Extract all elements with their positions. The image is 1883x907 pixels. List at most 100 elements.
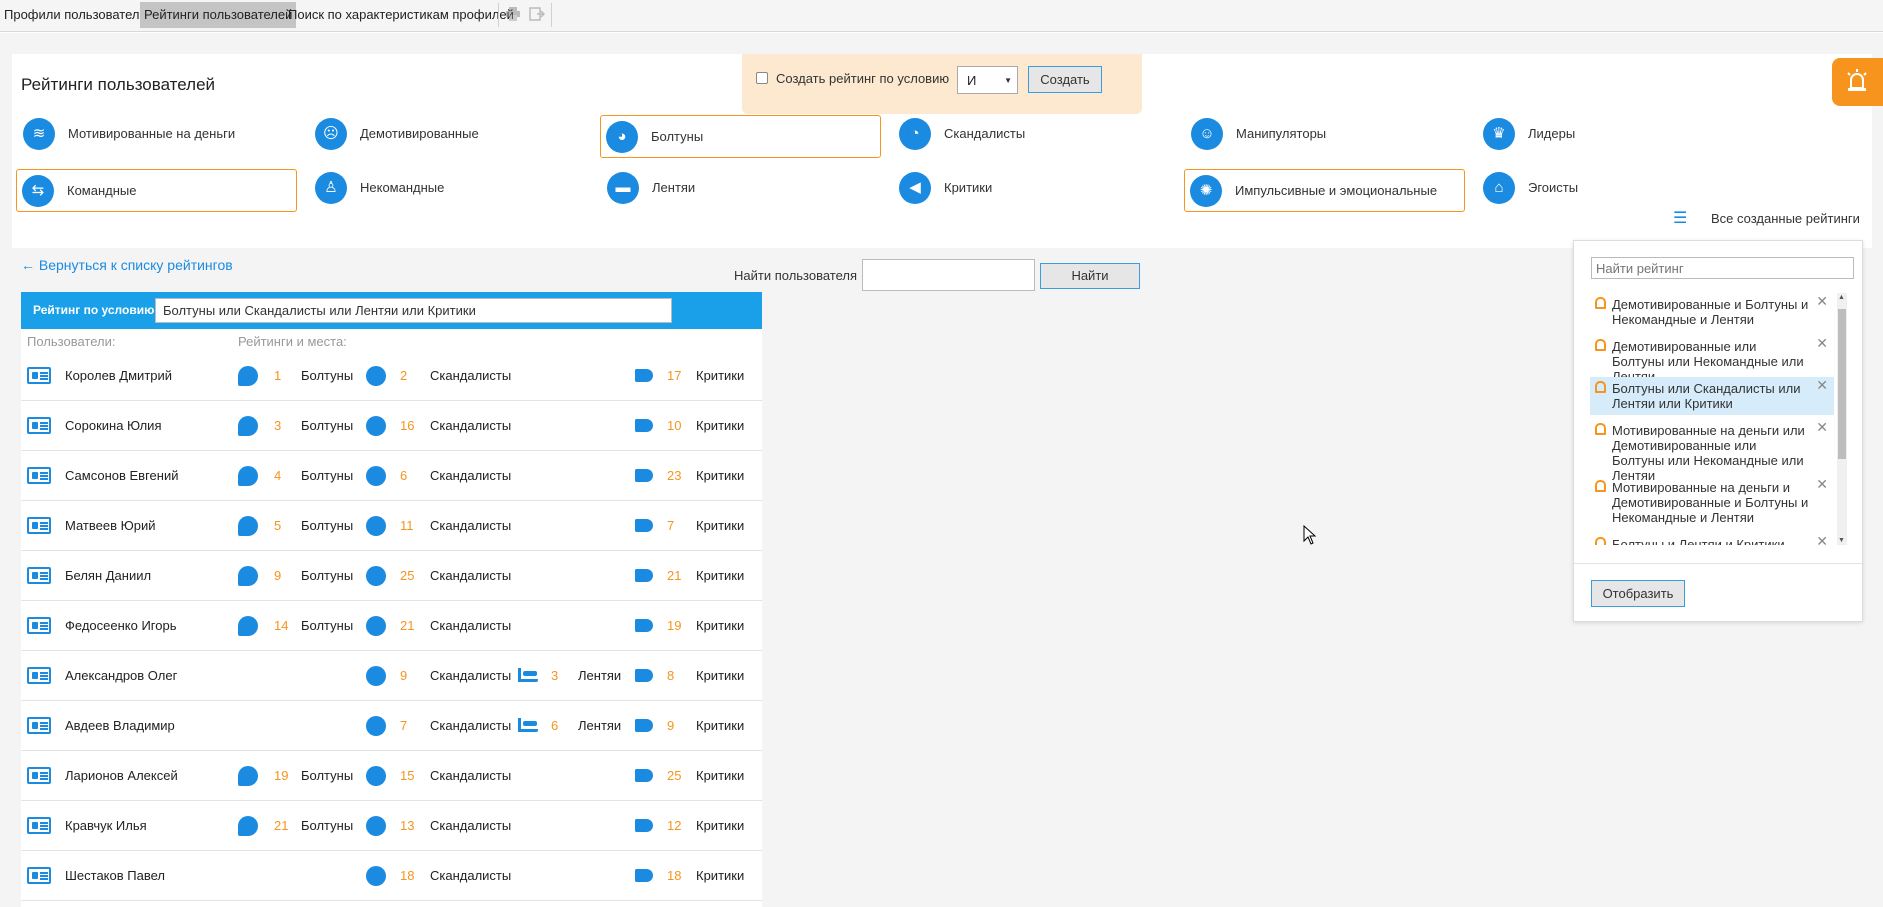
table-row[interactable]: Кравчук Илья 21 Болтуны 13 Скандалисты 12 Крит…	[21, 801, 762, 851]
rating-name: Критики	[696, 668, 745, 683]
close-icon[interactable]: ✕	[1816, 336, 1828, 351]
rating-name: Скандалисты	[430, 418, 512, 433]
rating-condition-value[interactable]: Болтуны или Скандалисты или Лентяи или К…	[155, 298, 672, 323]
tab-profile-search[interactable]: Поиск по характеристикам профилей	[284, 2, 518, 28]
user-name[interactable]: Самсонов Евгений	[65, 468, 178, 483]
megaphone-icon	[635, 469, 653, 482]
user-name[interactable]: Кравчук Илья	[65, 818, 147, 833]
close-icon[interactable]: ✕	[1816, 534, 1828, 546]
user-name[interactable]: Авдеев Владимир	[65, 718, 175, 733]
back-to-ratings-link[interactable]: ← Вернуться к списку рейтингов	[21, 257, 233, 273]
bed-icon	[518, 718, 538, 732]
profile-card-icon[interactable]	[27, 417, 51, 434]
rating-place-number: 17	[667, 368, 682, 383]
rating-place-number: 19	[667, 618, 682, 633]
category-money-motivated[interactable]: ≋ Мотивированные на деньги	[17, 112, 298, 155]
find-user-input[interactable]	[862, 259, 1035, 291]
rating-name: Лентяи	[578, 668, 622, 683]
close-icon[interactable]: ✕	[1816, 420, 1828, 435]
saved-rating-item[interactable]: Болтуны и Лентяи и Критики ✕	[1590, 533, 1834, 545]
category-label: Эгоисты	[1528, 180, 1579, 195]
talker-head-icon	[238, 766, 258, 786]
table-row[interactable]: Федосеенко Игорь 14 Болтуны 21 Скандалисты 19…	[21, 601, 762, 651]
user-name[interactable]: Белян Даниил	[65, 568, 151, 583]
profile-card-icon[interactable]	[27, 817, 51, 834]
close-icon[interactable]: ✕	[1816, 477, 1828, 492]
operator-select[interactable]: И ▼	[957, 66, 1018, 94]
user-name[interactable]: Королев Дмитрий	[65, 368, 172, 383]
lone-person-icon: ♙	[315, 172, 347, 204]
table-row[interactable]: Матвеев Юрий 5 Болтуны 11 Скандалисты 7 Критик…	[21, 501, 762, 551]
talker-head-icon	[238, 816, 258, 836]
category-lazy[interactable]: ▬ Лентяи	[601, 166, 882, 209]
table-row[interactable]: Ларионов Алексей 19 Болтуны 15 Скандалисты 25…	[21, 751, 762, 801]
create-rating-checkbox[interactable]	[756, 72, 768, 84]
user-name[interactable]: Сорокина Юлия	[65, 418, 161, 433]
profile-card-icon[interactable]	[27, 767, 51, 784]
category-scandalists[interactable]: ◔ Скандалисты	[893, 112, 1174, 155]
table-row[interactable]: Александров Олег 9 Скандалисты 3 Лентяи 8 Крит…	[21, 651, 762, 701]
table-row[interactable]: Шестаков Павел 18 Скандалисты 18 Критики	[21, 851, 762, 901]
profile-card-icon[interactable]	[27, 617, 51, 634]
rating-search-input[interactable]	[1591, 257, 1854, 279]
rating-place-number: 13	[400, 818, 415, 833]
rating-place-number: 18	[400, 868, 415, 883]
category-manipulators[interactable]: ☺ Манипуляторы	[1185, 112, 1466, 155]
category-team-players[interactable]: ⇆ Командные	[16, 169, 297, 212]
user-name[interactable]: Шестаков Павел	[65, 868, 165, 883]
rating-name: Болтуны	[301, 818, 354, 833]
export-icon[interactable]	[529, 7, 545, 21]
profile-card-icon[interactable]	[27, 367, 51, 384]
category-talkers[interactable]: ◕ Болтуны	[600, 115, 881, 158]
user-name[interactable]: Ларионов Алексей	[65, 768, 178, 783]
megaphone-icon	[635, 769, 653, 782]
close-icon[interactable]: ✕	[1816, 294, 1828, 309]
profile-card-icon[interactable]	[27, 717, 51, 734]
tab-user-ratings[interactable]: Рейтинги пользователей	[140, 2, 297, 28]
rating-name: Скандалисты	[430, 518, 512, 533]
profile-card-icon[interactable]	[27, 567, 51, 584]
profile-card-icon[interactable]	[27, 517, 51, 534]
category-demotivated[interactable]: ☹ Демотивированные	[309, 112, 590, 155]
ego-house-icon: ⌂	[1483, 172, 1515, 204]
megaphone-icon	[635, 519, 653, 532]
table-row[interactable]: Сорокина Юлия 3 Болтуны 16 Скандалисты 10 Крит…	[21, 401, 762, 451]
saved-rating-label: Болтуны или Скандалисты или Лентяи или К…	[1612, 381, 1801, 411]
category-label: Некомандные	[360, 180, 445, 195]
saved-rating-item[interactable]: Болтуны или Скандалисты или Лентяи или К…	[1590, 377, 1834, 415]
category-critics[interactable]: ◀ Критики	[893, 166, 1174, 209]
talker-head-icon	[238, 466, 258, 486]
category-egoists[interactable]: ⌂ Эгоисты	[1477, 166, 1758, 209]
find-user-button[interactable]: Найти	[1040, 263, 1140, 289]
category-label: Лидеры	[1528, 126, 1576, 141]
close-icon[interactable]: ✕	[1816, 378, 1828, 393]
scroll-thumb[interactable]	[1838, 309, 1846, 459]
tab-user-profiles[interactable]: Профили пользователей	[0, 2, 158, 28]
rating-place-number: 25	[667, 768, 682, 783]
saved-ratings-scrollbar[interactable]: ▲ ▼	[1837, 293, 1847, 545]
alert-toggle-button[interactable]	[1832, 58, 1883, 106]
create-button[interactable]: Создать	[1028, 66, 1102, 93]
show-rating-button[interactable]: Отобразить	[1591, 580, 1685, 607]
table-row[interactable]: Авдеев Владимир 7 Скандалисты 6 Лентяи 9 Крити…	[21, 701, 762, 751]
scroll-down-icon[interactable]: ▼	[1838, 537, 1845, 544]
user-name[interactable]: Федосеенко Игорь	[65, 618, 177, 633]
saved-rating-item[interactable]: Демотивированные и Болтуны и Некомандные…	[1590, 293, 1834, 331]
category-impulsive-emotional[interactable]: ✺ Импульсивные и эмоциональные	[1184, 169, 1465, 212]
profile-card-icon[interactable]	[27, 467, 51, 484]
print-icon[interactable]	[505, 7, 521, 21]
saved-rating-item[interactable]: Мотивированные на деньги и Демотивирован…	[1590, 476, 1834, 529]
table-row[interactable]: Белян Даниил 9 Болтуны 25 Скандалисты 21 Крити…	[21, 551, 762, 601]
user-name[interactable]: Александров Олег	[65, 668, 177, 683]
profile-card-icon[interactable]	[27, 867, 51, 884]
table-row[interactable]: Самсонов Евгений 4 Болтуны 6 Скандалисты 23 Кр…	[21, 451, 762, 501]
list-icon: ☰	[1673, 210, 1688, 227]
category-non-team[interactable]: ♙ Некомандные	[309, 166, 590, 209]
category-leaders[interactable]: ♛ Лидеры	[1477, 112, 1758, 155]
table-row[interactable]: Королев Дмитрий 1 Болтуны 2 Скандалисты 17 Кри…	[21, 351, 762, 401]
bed-icon: ▬	[607, 172, 639, 204]
scroll-up-icon[interactable]: ▲	[1838, 294, 1845, 301]
profile-card-icon[interactable]	[27, 667, 51, 684]
user-name[interactable]: Матвеев Юрий	[65, 518, 156, 533]
trophy-icon: ♛	[1483, 118, 1515, 150]
